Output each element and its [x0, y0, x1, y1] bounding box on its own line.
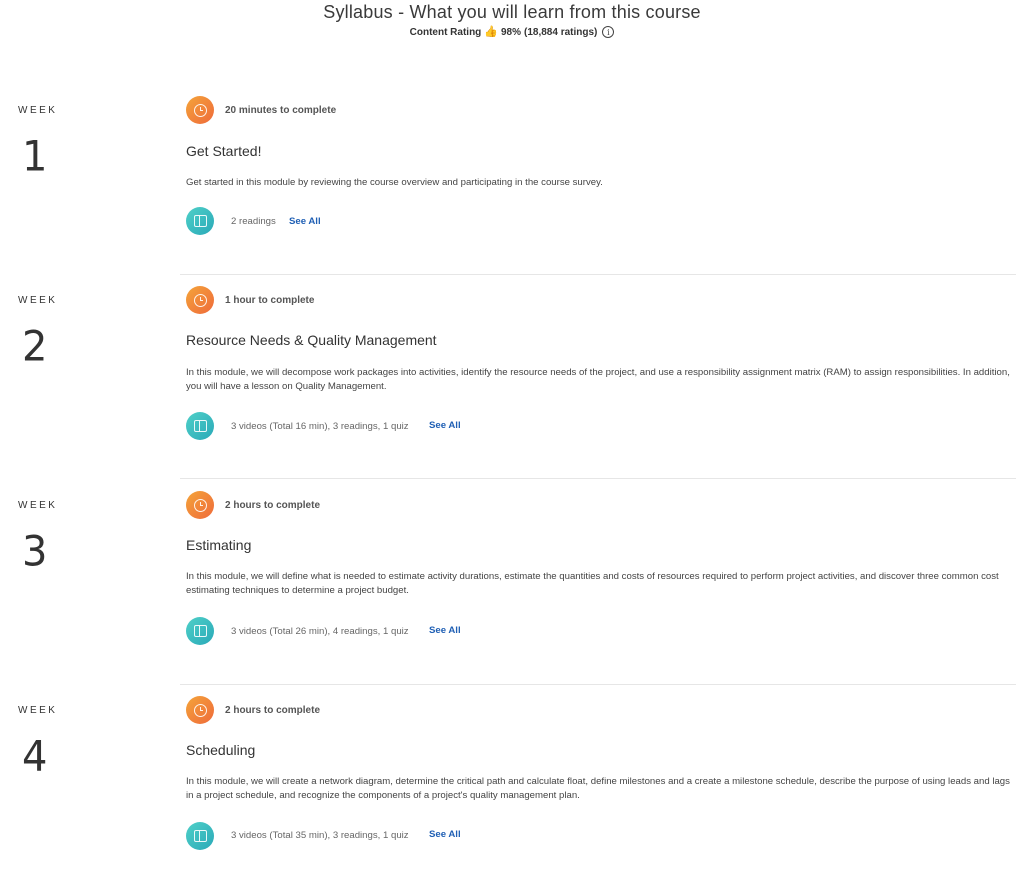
module-title: Estimating	[186, 537, 252, 553]
rating-count: (18,884 ratings)	[524, 26, 598, 38]
module-description: In this module, we will define what is n…	[186, 571, 999, 596]
syllabus-header: Syllabus - What you will learn from this…	[0, 0, 1024, 38]
week-label: WEEK	[18, 500, 58, 511]
module-materials: 3 videos (Total 35 min), 3 readings, 1 q…	[231, 830, 409, 841]
week-label: WEEK	[18, 295, 58, 306]
duration-text: 2 hours to complete	[225, 705, 321, 716]
clock-icon	[186, 286, 214, 314]
module-title: Get Started!	[186, 143, 262, 159]
book-icon	[186, 412, 214, 440]
see-all-link[interactable]: See All	[429, 625, 461, 636]
week-number: 4	[22, 732, 48, 782]
see-all-link[interactable]: See All	[289, 216, 321, 227]
see-all-link[interactable]: See All	[429, 420, 461, 431]
week-label: WEEK	[18, 705, 58, 716]
module-materials: 3 videos (Total 16 min), 3 readings, 1 q…	[231, 421, 409, 432]
module-description: Get started in this module by reviewing …	[186, 177, 603, 188]
duration-text: 1 hour to complete	[225, 295, 315, 306]
syllabus-page: Syllabus - What you will learn from this…	[0, 0, 1024, 884]
module-materials: 3 videos (Total 26 min), 4 readings, 1 q…	[231, 626, 409, 637]
duration-text: 20 minutes to complete	[225, 105, 337, 116]
week-divider	[180, 684, 1016, 685]
book-icon	[186, 207, 214, 235]
module-title: Resource Needs & Quality Management	[186, 332, 437, 348]
week-divider	[180, 274, 1016, 275]
book-icon	[186, 822, 214, 850]
duration-text: 2 hours to complete	[225, 500, 321, 511]
thumbs-up-icon: 👍	[484, 26, 498, 38]
clock-icon	[186, 96, 214, 124]
week-divider	[180, 478, 1016, 479]
module-materials: 2 readings	[231, 216, 276, 227]
page-title: Syllabus - What you will learn from this…	[323, 2, 701, 22]
clock-icon	[186, 491, 214, 519]
module-title: Scheduling	[186, 742, 256, 758]
module-description: In this module, we will create a network…	[186, 776, 1010, 801]
week-label: WEEK	[18, 105, 58, 116]
rating-percent: 98%	[500, 26, 521, 38]
rating-label: Content Rating	[409, 26, 482, 38]
week-number: 3	[22, 527, 48, 577]
week-number: 1	[22, 132, 48, 182]
clock-icon	[186, 696, 214, 724]
see-all-link[interactable]: See All	[429, 829, 461, 840]
week-number: 2	[22, 322, 48, 372]
info-icon[interactable]: i	[602, 26, 615, 38]
book-icon	[186, 617, 214, 645]
content-rating: Content Rating 👍 98% (18,884 ratings) i	[0, 26, 1024, 38]
module-description: In this module, we will decompose work p…	[186, 367, 1010, 392]
